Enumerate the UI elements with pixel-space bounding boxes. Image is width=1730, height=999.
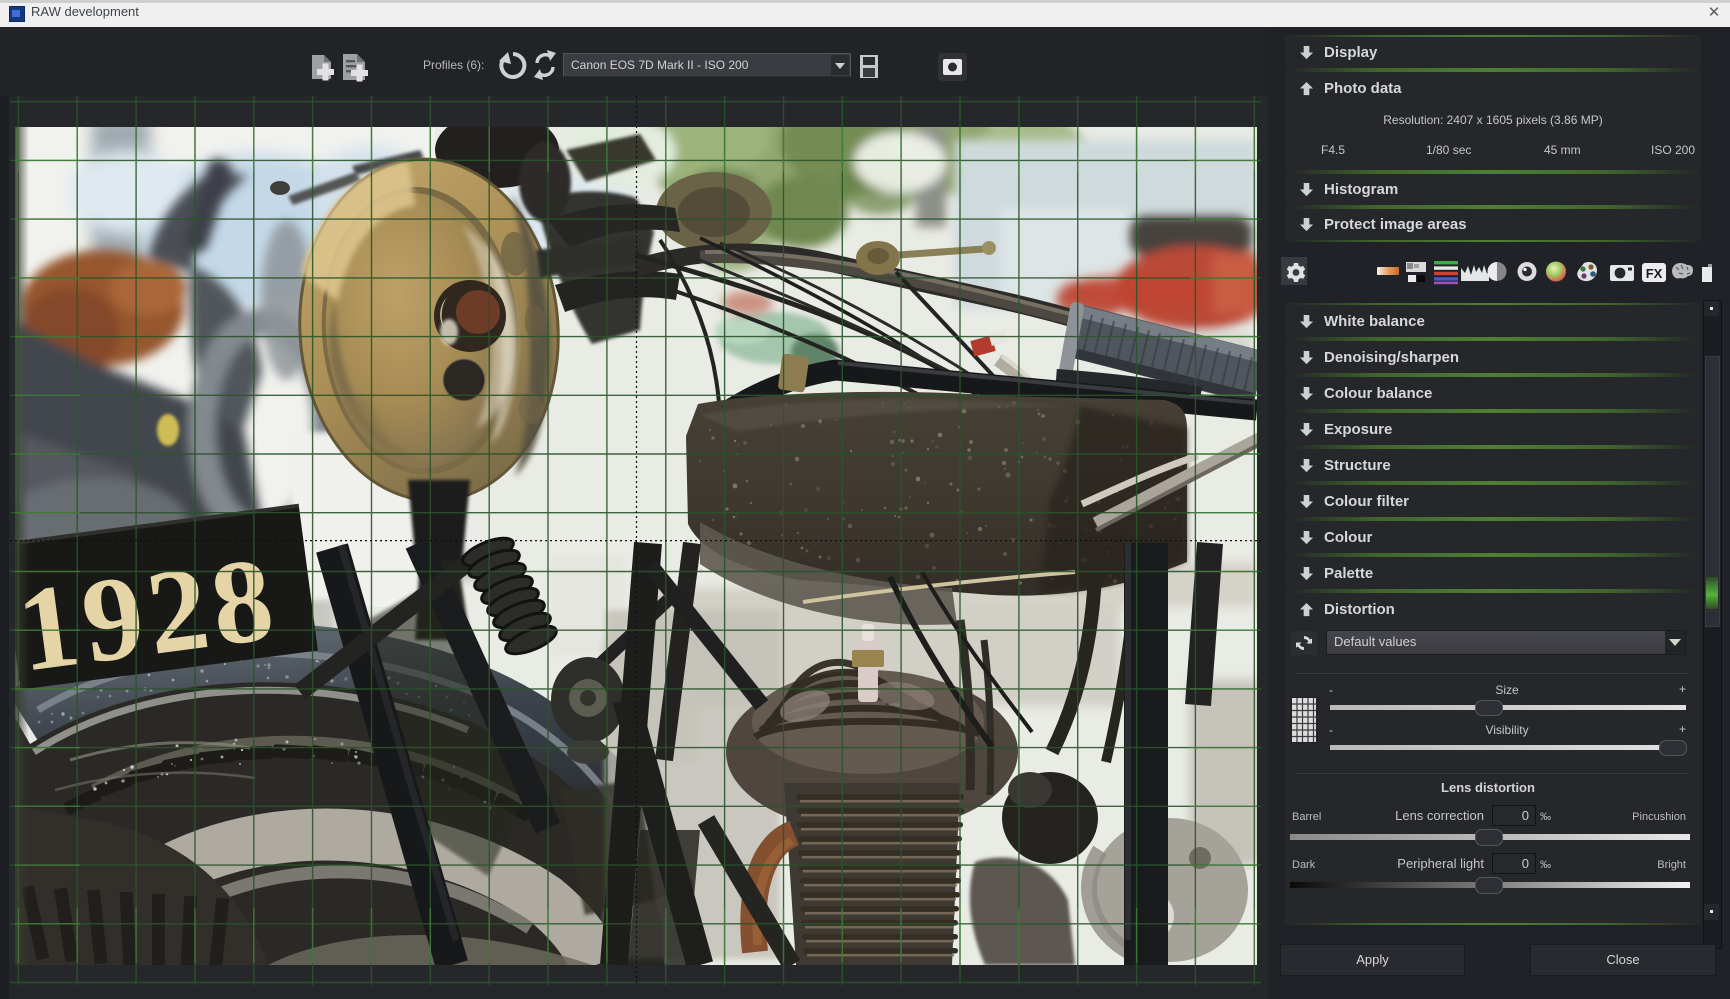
svg-text:FX: FX: [1646, 266, 1663, 281]
